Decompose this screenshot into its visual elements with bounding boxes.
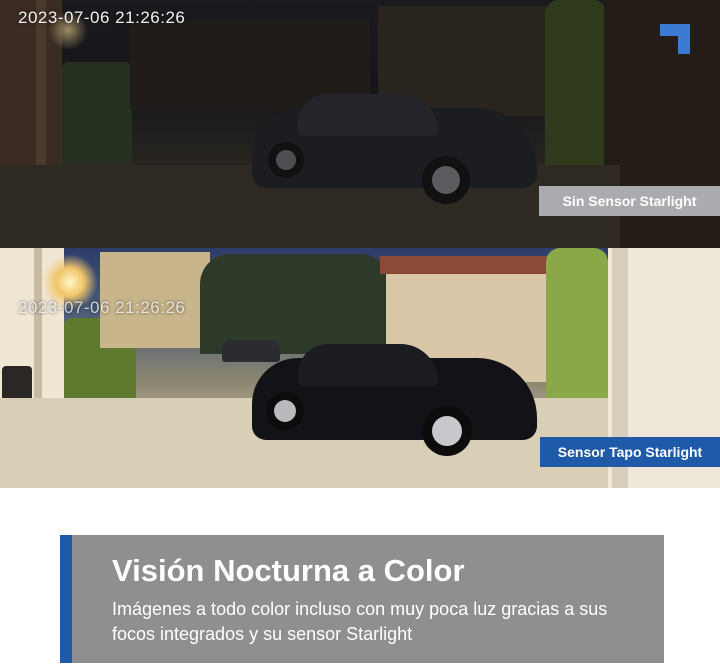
banner-description: Imágenes a todo color incluso con muy po… bbox=[112, 599, 608, 644]
car-front-hub bbox=[432, 416, 462, 446]
timestamp: 2023-07-06 21:26:26 bbox=[18, 8, 186, 27]
tree-right bbox=[546, 248, 608, 418]
car-front-hub bbox=[432, 166, 460, 194]
banner-title: Visión Nocturna a Color bbox=[112, 553, 465, 588]
parked-car-distant bbox=[222, 340, 280, 362]
car-rear-hub bbox=[274, 400, 296, 422]
car-roof bbox=[298, 344, 438, 386]
brand-corner-icon bbox=[660, 24, 690, 54]
car-roof bbox=[298, 94, 438, 136]
label-with-starlight: Sensor Tapo Starlight bbox=[540, 437, 720, 467]
feature-banner: Visión Nocturna a Color Imágenes a todo … bbox=[60, 535, 664, 663]
house-right-roof bbox=[380, 256, 550, 274]
car-rear-hub bbox=[276, 150, 296, 170]
trees-middle bbox=[200, 254, 390, 354]
timestamp-bottom: 2023-07-06 21:26:26 bbox=[18, 298, 186, 317]
camera-view-without-starlight: 2023-07-06 21:26:26 Sin Sensor Starlight bbox=[0, 0, 720, 248]
banner-accent-bar bbox=[60, 535, 72, 663]
tree-right bbox=[545, 0, 607, 186]
camera-view-with-starlight: Sensor Tapo Starlight bbox=[0, 248, 720, 488]
label-without-starlight: Sin Sensor Starlight bbox=[539, 186, 720, 216]
